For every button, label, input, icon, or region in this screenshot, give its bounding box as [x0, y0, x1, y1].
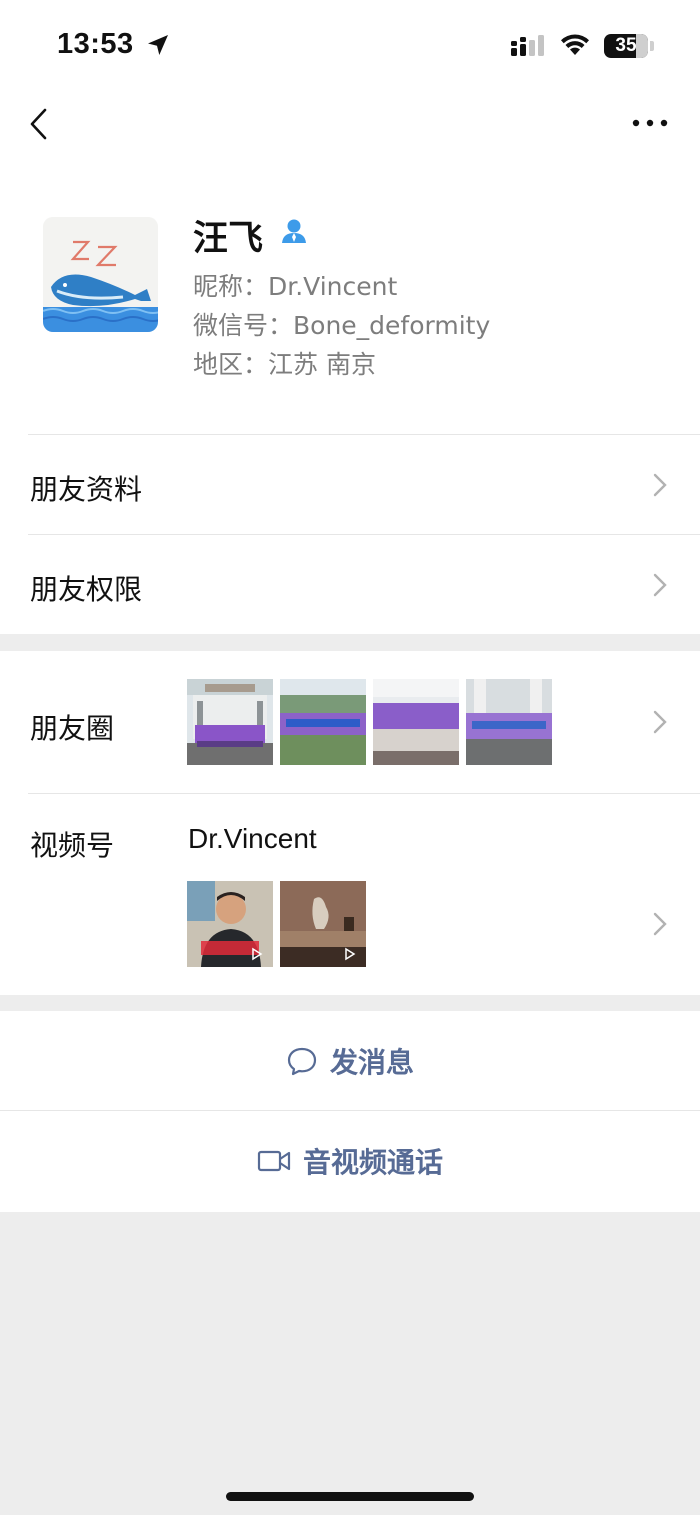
friend-info-label: 朋友资料 — [30, 473, 143, 506]
more-options-icon[interactable] — [632, 118, 668, 128]
channels-video-thumbnail[interactable] — [280, 881, 366, 967]
wechat-id-text: 微信号：Bone_deformity — [193, 311, 491, 340]
chevron-right-icon — [653, 710, 667, 734]
moments-photo-thumbnail[interactable] — [373, 679, 459, 765]
moments-label: 朋友圈 — [30, 712, 115, 745]
channels-account-name: Dr.Vincent — [188, 823, 317, 854]
status-bar: 13:53 35 — [0, 0, 700, 90]
send-message-label: 发消息 — [329, 1046, 414, 1079]
battery-level: 35 — [615, 35, 637, 56]
friend-permissions-row[interactable]: 朋友权限 — [0, 535, 700, 634]
section-gap — [0, 995, 700, 1011]
home-indicator[interactable] — [226, 1492, 474, 1501]
chevron-right-icon — [653, 912, 667, 936]
friend-permissions-label: 朋友权限 — [30, 573, 143, 606]
video-call-label: 音视频通话 — [302, 1146, 443, 1179]
video-camera-icon — [257, 1150, 291, 1172]
region-text: 地区：江苏 南京 — [193, 350, 376, 379]
section-gap — [0, 634, 700, 651]
contact-name: 汪飞 — [193, 219, 264, 259]
nickname-text: 昵称：Dr.Vincent — [193, 272, 398, 301]
friend-info-row[interactable]: 朋友资料 — [0, 435, 700, 534]
battery-cap — [650, 41, 654, 51]
moments-photo-thumbnail[interactable] — [280, 679, 366, 765]
chat-bubble-icon — [287, 1047, 317, 1076]
chevron-right-icon — [653, 473, 667, 497]
status-time: 13:53 — [57, 28, 134, 60]
chevron-right-icon — [653, 573, 667, 597]
video-call-button[interactable]: 音视频通话 — [0, 1111, 700, 1211]
moments-photo-thumbnail[interactable] — [187, 679, 273, 765]
avatar[interactable] — [43, 217, 158, 332]
send-message-button[interactable]: 发消息 — [0, 1011, 700, 1111]
battery-icon: 35 — [604, 34, 648, 58]
channels-label: 视频号 — [30, 829, 115, 862]
back-chevron-icon[interactable] — [28, 107, 50, 141]
wifi-icon — [561, 34, 589, 55]
location-arrow-icon — [148, 35, 168, 55]
person-badge-icon — [282, 219, 306, 243]
avatar-whale-drawing — [43, 217, 158, 332]
channels-video-thumbnail[interactable] — [187, 881, 273, 967]
moments-photo-thumbnail[interactable] — [466, 679, 552, 765]
cellular-signal-icon — [511, 35, 544, 56]
